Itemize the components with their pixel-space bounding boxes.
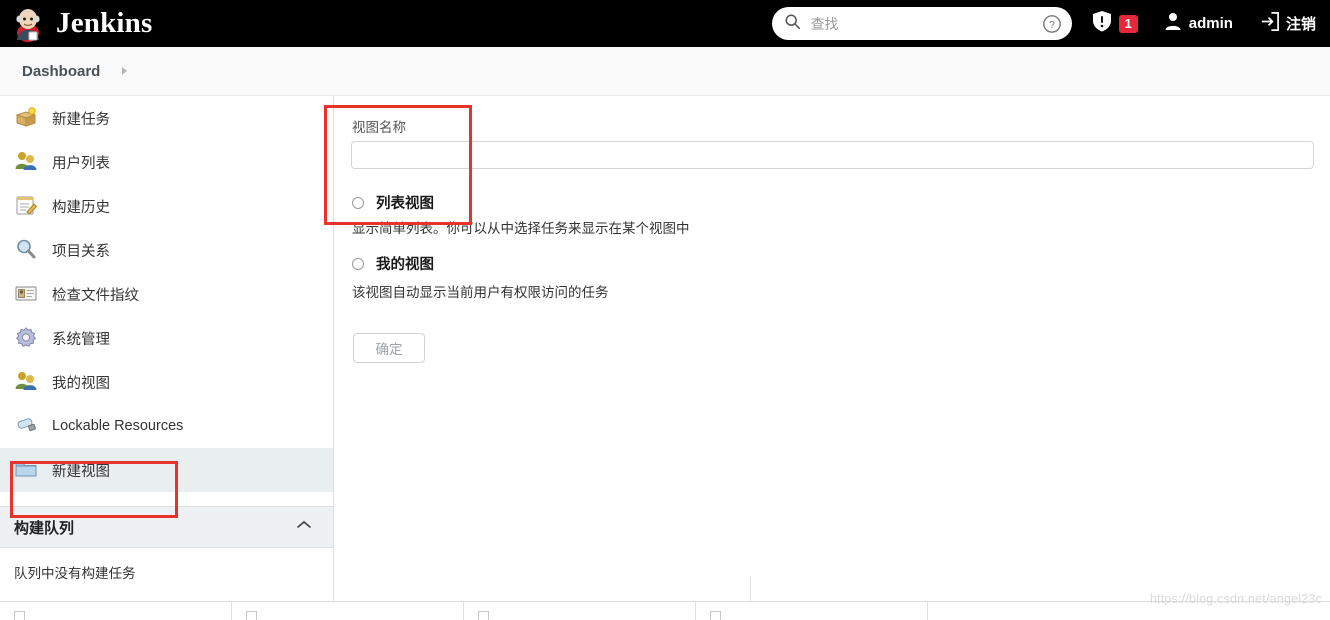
sidebar-item-my-views[interactable]: 我的视图: [0, 360, 333, 404]
build-queue-empty-text: 队列中没有构建任务: [14, 566, 136, 581]
logout-button[interactable]: 注销: [1259, 11, 1316, 37]
people-icon: [14, 150, 40, 174]
sidebar-item-users[interactable]: 用户列表: [0, 140, 333, 184]
help-circle-icon[interactable]: ?: [1042, 14, 1062, 34]
footer-cell[interactable]: [464, 602, 696, 620]
view-type-description: 该视图自动显示当前用户有权限访问的任务: [352, 285, 609, 300]
footer-strip: [0, 601, 1330, 620]
sidebar-item-new-job[interactable]: 新建任务: [0, 96, 333, 140]
view-type-option-my-view[interactable]: 我的视图: [352, 253, 434, 274]
footer-cell[interactable]: [0, 602, 232, 620]
view-name-label: 视图名称: [352, 120, 406, 135]
view-type-label: 列表视图: [376, 196, 434, 212]
svg-text:?: ?: [1049, 20, 1055, 31]
logout-icon: [1259, 11, 1280, 37]
footer-cell[interactable]: [696, 602, 928, 620]
brand[interactable]: Jenkins: [10, 6, 153, 42]
sidebar-item-project-relationship[interactable]: 项目关系: [0, 228, 333, 272]
header-actions: ? 1: [771, 0, 1330, 47]
brand-title: Jenkins: [56, 7, 153, 39]
radio-icon[interactable]: [352, 196, 364, 209]
search-icon: [784, 13, 801, 35]
sidebar-item-label: 我的视图: [52, 375, 110, 392]
document-icon: [710, 611, 721, 620]
sidebar-item-label: 项目关系: [52, 243, 110, 260]
view-type-label: 我的视图: [376, 257, 434, 273]
sidebar: 新建任务 用户列表 构建历史 项目关系 检查文件指纹 系统管理 我的视图 Loc…: [0, 96, 334, 620]
shield-alert-icon: [1092, 10, 1112, 37]
build-queue-header[interactable]: 构建队列: [0, 506, 333, 548]
sidebar-item-new-view[interactable]: 新建视图: [0, 448, 333, 492]
user-name: admin: [1188, 15, 1233, 32]
chevron-right-icon: [122, 67, 128, 75]
usb-drive-icon: [14, 414, 40, 438]
notepad-pencil-icon: [14, 194, 40, 218]
gear-icon: [14, 326, 40, 350]
radio-icon[interactable]: [352, 257, 364, 270]
view-name-input[interactable]: [351, 141, 1314, 169]
jenkins-butler-logo-icon: [10, 6, 46, 42]
sidebar-item-label: 用户列表: [52, 155, 110, 172]
document-icon: [14, 611, 25, 620]
footer-cell[interactable]: [928, 602, 1160, 620]
sidebar-item-label: 系统管理: [52, 331, 110, 348]
breadcrumb-item-dashboard[interactable]: Dashboard: [22, 63, 100, 80]
id-card-icon: [14, 282, 40, 306]
sidebar-item-lockable-resources[interactable]: Lockable Resources: [0, 404, 333, 448]
document-icon: [246, 611, 257, 620]
jenkins-new-view-page: Jenkins ?: [0, 0, 1330, 620]
view-type-description: 显示简单列表。你可以从中选择任务来显示在某个视图中: [352, 221, 690, 236]
sidebar-item-label: 构建历史: [52, 199, 110, 216]
breadcrumb: Dashboard: [0, 47, 1330, 96]
chevron-up-icon[interactable]: [295, 518, 313, 536]
watermark: https://blog.csdn.net/angel23c: [1149, 592, 1322, 606]
view-type-option-list-view[interactable]: 列表视图: [352, 192, 434, 213]
sidebar-item-label: Lockable Resources: [52, 418, 184, 434]
footer-vertical-divider: [750, 576, 751, 601]
sidebar-item-label: 新建视图: [52, 463, 110, 480]
magnifier-icon: [14, 238, 40, 262]
submit-button[interactable]: 确定: [353, 333, 425, 363]
security-warnings[interactable]: 1: [1092, 10, 1138, 37]
new-job-box-icon: [14, 106, 40, 130]
sidebar-item-label: 新建任务: [52, 111, 110, 128]
sidebar-item-manage-jenkins[interactable]: 系统管理: [0, 316, 333, 360]
sidebar-item-build-history[interactable]: 构建历史: [0, 184, 333, 228]
folder-icon: [14, 458, 40, 482]
sidebar-item-label: 检查文件指纹: [52, 287, 139, 304]
search-box[interactable]: ?: [771, 7, 1072, 40]
user-icon: [1164, 11, 1182, 36]
user-menu[interactable]: admin: [1164, 11, 1233, 36]
document-icon: [478, 611, 489, 620]
main-content: 视图名称 列表视图 显示简单列表。你可以从中选择任务来显示在某个视图中 我的视图…: [335, 96, 1330, 620]
people-icon: [14, 370, 40, 394]
app-header: Jenkins ?: [0, 0, 1330, 47]
sidebar-item-fingerprint-check[interactable]: 检查文件指纹: [0, 272, 333, 316]
security-badge-count: 1: [1118, 14, 1138, 33]
search-input[interactable]: [808, 14, 1036, 33]
build-queue-title: 构建队列: [14, 519, 75, 537]
logout-label: 注销: [1285, 16, 1316, 33]
footer-cell[interactable]: [232, 602, 464, 620]
